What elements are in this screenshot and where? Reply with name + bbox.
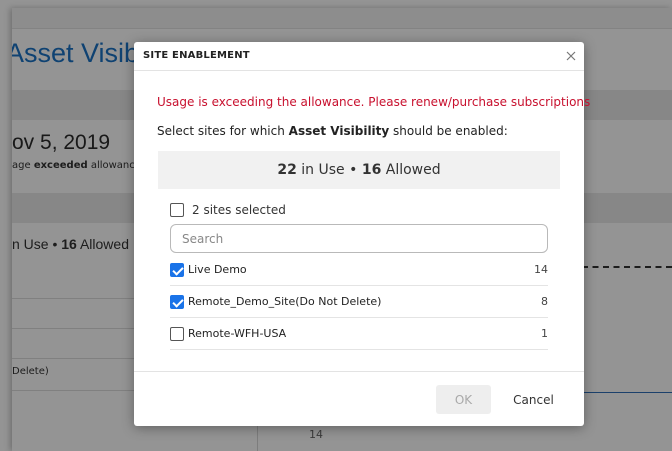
site-count: 1 — [541, 327, 548, 340]
instruction-text: Select sites for which Asset Visibility … — [157, 124, 508, 138]
dialog-title: SITE ENABLEMENT — [143, 50, 250, 61]
allowed-count: 16 — [361, 162, 382, 178]
select-all-label: 2 sites selected — [192, 203, 286, 217]
instruction-suffix: should be enabled: — [389, 124, 508, 138]
usage-summary: 22 in Use • 16 Allowed — [158, 151, 560, 189]
site-count: 14 — [534, 263, 548, 276]
select-all-checkbox[interactable] — [170, 203, 184, 217]
site-checkbox[interactable] — [170, 326, 184, 341]
site-name: Remote-WFH-USA — [188, 327, 287, 340]
in-use-label: in Use • — [296, 162, 362, 178]
search-input[interactable] — [170, 224, 548, 253]
site-count: 8 — [541, 295, 548, 308]
site-name: Live Demo — [188, 263, 247, 276]
instruction-prefix: Select sites for which — [157, 124, 289, 138]
select-all-row: 2 sites selected — [170, 202, 286, 218]
site-checkbox[interactable] — [170, 262, 184, 277]
ok-button[interactable]: OK — [436, 385, 491, 414]
cancel-button[interactable]: Cancel — [506, 385, 561, 414]
site-name: Remote_Demo_Site(Do Not Delete) — [188, 295, 382, 308]
usage-alert: Usage is exceeding the allowance. Please… — [157, 95, 591, 109]
site-enablement-dialog: SITE ENABLEMENT Usage is exceeding the a… — [134, 42, 590, 426]
site-list: Live Demo 14 Remote_Demo_Site(Do Not Del… — [170, 254, 548, 350]
site-row[interactable]: Live Demo 14 — [170, 254, 548, 286]
allowed-label: Allowed — [381, 162, 441, 178]
site-checkbox[interactable] — [170, 294, 184, 309]
in-use-count: 22 — [277, 162, 297, 178]
dialog-header: SITE ENABLEMENT — [134, 42, 584, 71]
site-row[interactable]: Remote_Demo_Site(Do Not Delete) 8 — [170, 286, 548, 318]
site-row[interactable]: Remote-WFH-USA 1 — [170, 318, 548, 350]
close-icon[interactable] — [564, 48, 578, 62]
footer-divider — [134, 371, 584, 372]
instruction-feature: Asset Visibility — [288, 124, 390, 138]
